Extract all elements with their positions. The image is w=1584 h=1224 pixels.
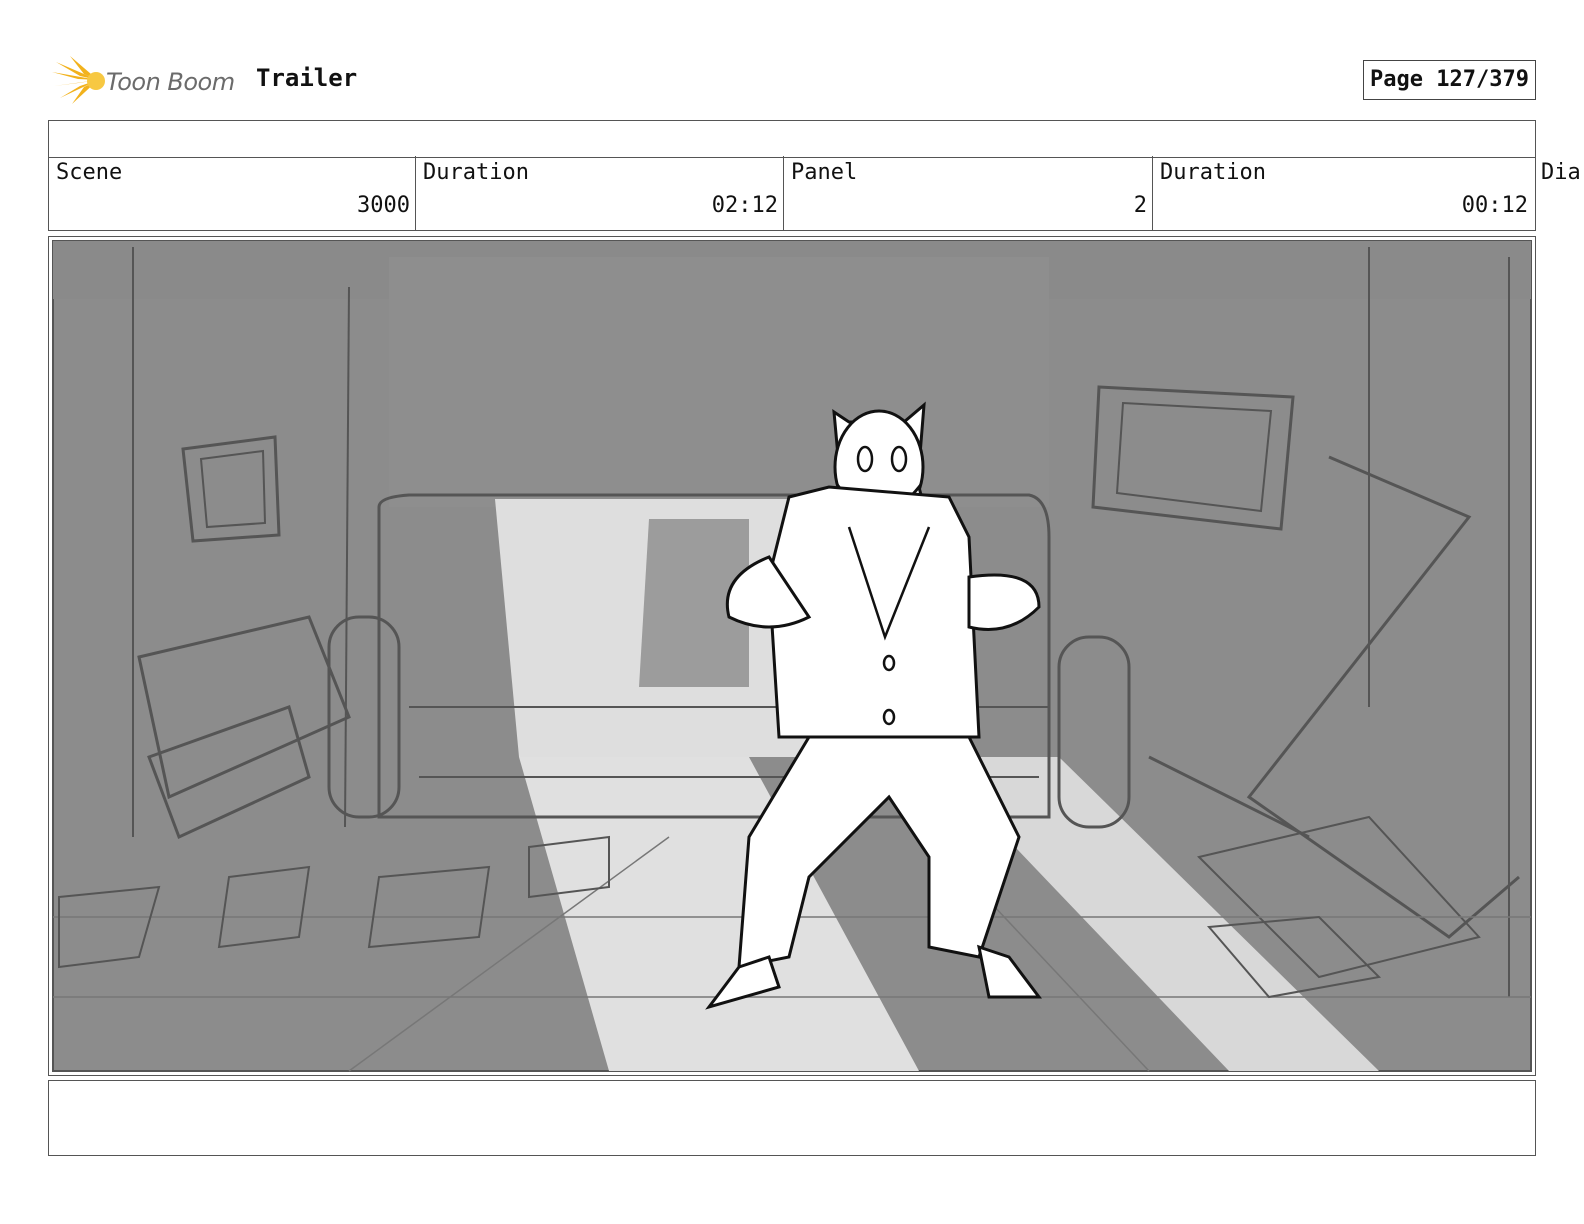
page-header: Toon Boom Trailer Page 127/379 — [48, 52, 1536, 108]
panel-duration-label: Duration — [1160, 160, 1266, 185]
panel-sketch-image — [52, 240, 1532, 1072]
panel-duration-value: 00:12 — [1461, 193, 1528, 218]
panel-label: Panel — [791, 160, 858, 185]
scene-label: Scene — [56, 160, 123, 185]
scene-cell: Scene 3000 — [49, 156, 416, 230]
project-title: Trailer — [256, 64, 358, 92]
starburst-icon — [52, 56, 105, 104]
scene-duration-cell: Duration 02:12 — [416, 156, 784, 230]
scene-duration-label: Duration — [423, 160, 529, 185]
scene-info-row: Scene 3000 Duration 02:12 Panel 2 Durati… — [48, 156, 1536, 231]
storyboard-title-bar — [48, 120, 1536, 158]
scene-duration-value: 02:12 — [711, 193, 778, 218]
page-indicator: Page 127/379 — [1363, 60, 1536, 100]
panel-cell: Panel 2 — [784, 156, 1153, 230]
dialog-notes-box — [48, 1080, 1536, 1156]
panel-duration-cell: Duration 00:12 — [1153, 156, 1533, 230]
storyboard-panel — [48, 236, 1536, 1076]
logo-wordmark: Toon Boom — [106, 68, 235, 96]
panel-value: 2 — [1133, 193, 1147, 218]
scene-value: 3000 — [357, 193, 410, 218]
dialog-column-label: Dia — [1541, 160, 1581, 185]
toon-boom-logo: Toon Boom — [50, 56, 246, 106]
